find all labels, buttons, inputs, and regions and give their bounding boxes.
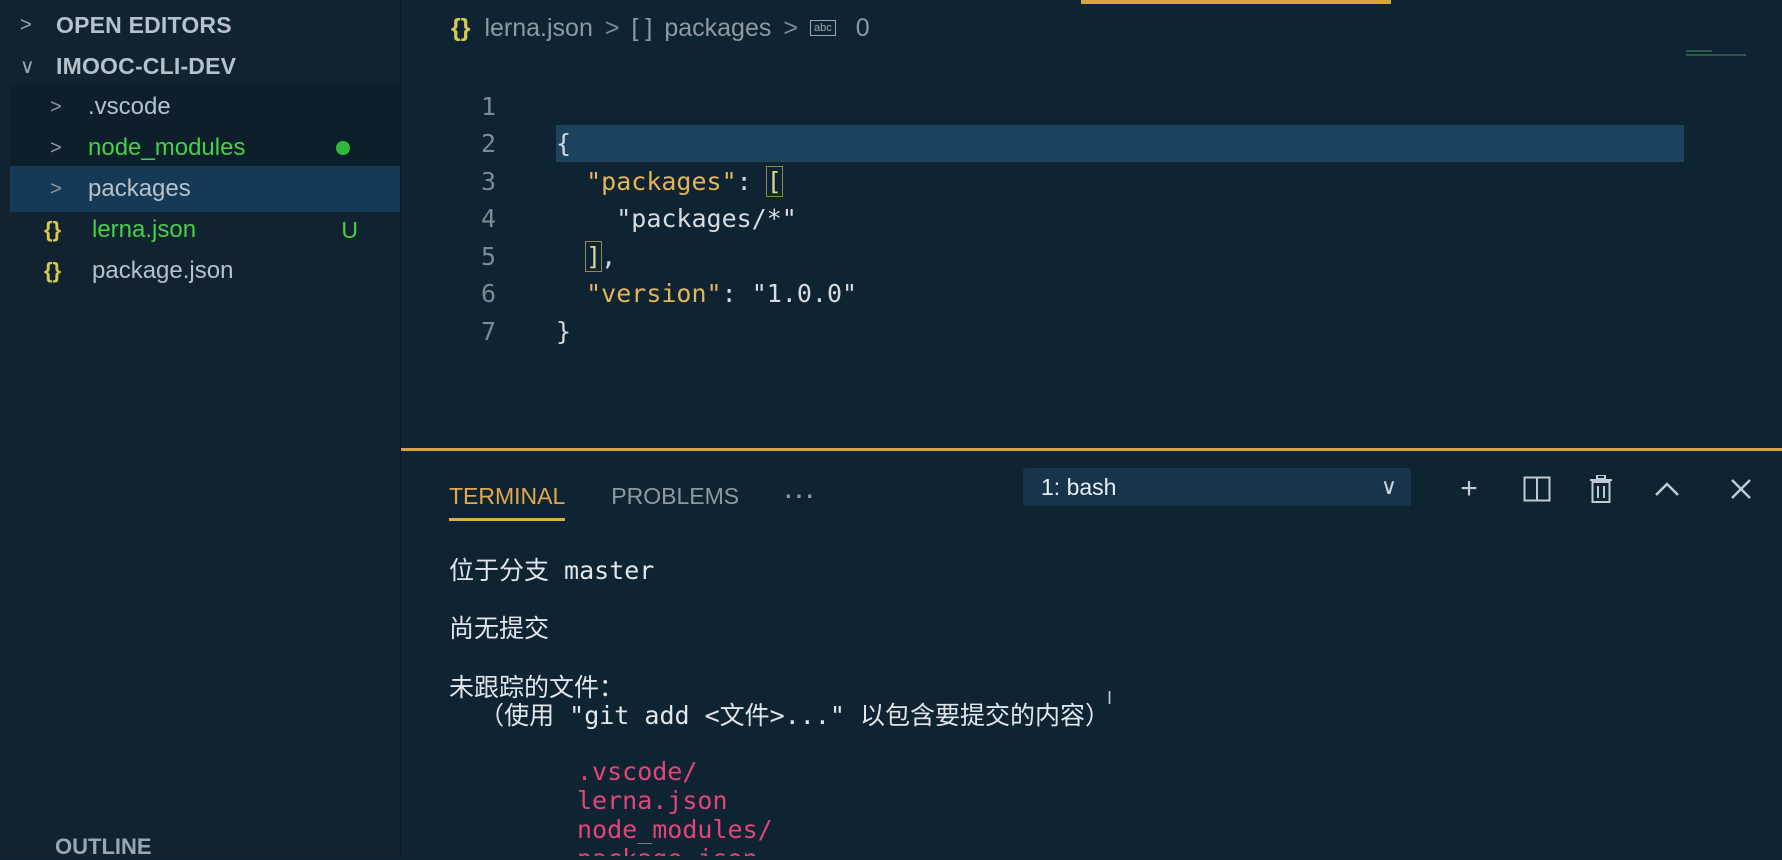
json-string: "1.0.0" — [751, 279, 858, 308]
bracket: ] — [585, 240, 603, 272]
array-icon: [ ] — [631, 13, 653, 42]
code-text: { — [556, 125, 571, 163]
active-tab-indicator — [1081, 0, 1391, 4]
terminal-line: 位于分支 master — [449, 556, 655, 585]
text-cursor-icon: I — [1107, 688, 1113, 708]
colon: : — [736, 166, 767, 196]
tree-item-label: lerna.json — [92, 216, 197, 243]
editor-pane[interactable]: {} lerna.json > [ ] packages > abc 0 1 {… — [401, 0, 1782, 448]
tree-item-label: node_modules — [88, 134, 246, 161]
json-string: "packages/*" — [616, 204, 797, 233]
outline-header[interactable]: OUTLINE — [0, 838, 400, 857]
kill-terminal-button[interactable] — [1581, 469, 1621, 509]
open-editors-header[interactable]: > OPEN EDITORS — [0, 2, 400, 48]
line-number: 7 — [480, 316, 496, 346]
untracked-file: node_modules/ — [577, 815, 773, 844]
untracked-file: lerna.json — [577, 786, 728, 815]
chevron-right-icon: > — [20, 13, 32, 36]
chevron-down-icon: ∨ — [1380, 474, 1397, 499]
code-line: 3 "packages/*" — [401, 125, 1782, 233]
terminal-select-value: 1: bash — [1041, 473, 1117, 500]
brace: } — [556, 316, 572, 346]
chevron-right-icon: > — [604, 13, 620, 42]
untracked-dot-icon — [336, 141, 350, 155]
breadcrumb-packages[interactable]: packages — [664, 14, 771, 43]
comma: , — [601, 241, 617, 271]
plus-icon: + — [1460, 472, 1478, 505]
tree-item-label: package.json — [92, 257, 234, 284]
chevron-down-icon: ∨ — [20, 55, 35, 78]
json-key: "version" — [586, 279, 722, 308]
breadcrumb: {} lerna.json > [ ] packages > abc 0 — [451, 10, 870, 46]
terminal-select[interactable]: 1: bash ∨ — [1023, 468, 1411, 506]
outline-label: OUTLINE — [55, 838, 152, 857]
code-text: "packages/*" — [556, 200, 797, 238]
terminal-line: （使用 "git add <文件>..." 以包含要提交的内容） — [449, 701, 1110, 730]
tab-problems[interactable]: PROBLEMS — [611, 471, 739, 521]
untracked-file: .vscode/ — [577, 757, 698, 786]
terminal-line: 尚无提交 — [449, 614, 550, 643]
string-icon: abc — [809, 20, 836, 36]
code-line: 2 "packages": [ — [401, 88, 1782, 197]
chevron-right-icon: > — [783, 13, 798, 42]
breadcrumb-index[interactable]: 0 — [856, 14, 870, 43]
panel-tabs: TERMINAL PROBLEMS ··· — [449, 471, 863, 521]
trash-icon — [1590, 475, 1612, 503]
json-file-icon: {} — [44, 217, 62, 242]
json-key: "packages" — [586, 166, 737, 196]
close-panel-button[interactable] — [1721, 469, 1761, 509]
brace: { — [556, 129, 572, 158]
tree-item-package-json[interactable]: {} package.json — [10, 248, 400, 294]
chevron-right-icon: > — [50, 136, 62, 159]
chevron-up-icon — [1655, 482, 1679, 496]
tree-item-lerna-json[interactable]: {} lerna.json U — [10, 207, 400, 253]
json-file-icon: {} — [451, 13, 471, 42]
code-text: ], — [556, 238, 616, 276]
more-actions-icon[interactable]: ··· — [785, 471, 817, 521]
new-terminal-button[interactable]: + — [1449, 469, 1489, 509]
tab-terminal[interactable]: TERMINAL — [449, 471, 566, 521]
chevron-right-icon: > — [50, 177, 62, 200]
bracket: [ — [765, 165, 783, 197]
open-editors-label: OPEN EDITORS — [56, 11, 232, 38]
explorer-sidebar: > OPEN EDITORS ∨ IMOOC-CLI-DEV > .vscode… — [0, 0, 401, 857]
code-line: 1 { — [401, 50, 1782, 159]
maximize-panel-button[interactable] — [1647, 469, 1687, 509]
close-icon — [1731, 479, 1751, 499]
json-file-icon: {} — [44, 258, 62, 283]
untracked-file: package.json — [577, 844, 758, 856]
tree-item-vscode[interactable]: > .vscode — [10, 84, 400, 130]
breadcrumb-file[interactable]: lerna.json — [484, 14, 592, 43]
tree-item-packages[interactable]: > packages — [10, 166, 400, 212]
split-terminal-button[interactable] — [1517, 469, 1557, 509]
split-icon — [1523, 476, 1551, 502]
project-header[interactable]: ∨ IMOOC-CLI-DEV — [0, 43, 400, 89]
code-text: "packages": [ — [556, 163, 783, 201]
tree-item-label: packages — [88, 175, 191, 202]
code-text: } — [556, 313, 571, 351]
project-label: IMOOC-CLI-DEV — [56, 52, 237, 79]
tree-item-label: .vscode — [88, 93, 171, 120]
tree-item-node-modules[interactable]: > node_modules — [10, 125, 400, 171]
chevron-right-icon: > — [50, 95, 62, 118]
untracked-badge: U — [341, 216, 358, 243]
code-area[interactable]: 1 { 2 "packages": [ 3 "packages/*" 4 ], … — [401, 50, 1782, 346]
colon: : — [721, 279, 752, 308]
bottom-panel: TERMINAL PROBLEMS ··· 1: bash ∨ + 位于分支 m… — [401, 448, 1782, 860]
code-text: "version": "1.0.0" — [556, 275, 857, 313]
